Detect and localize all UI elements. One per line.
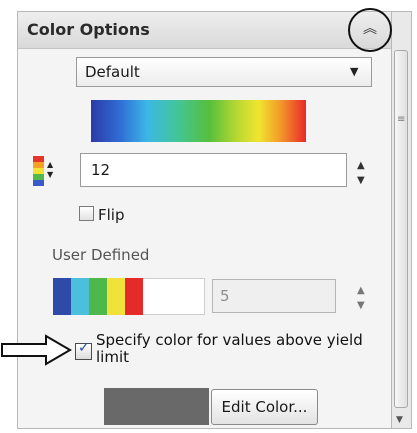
scrollbar-thumb[interactable] [394, 50, 408, 408]
flip-checkbox[interactable] [79, 206, 94, 221]
count-spin-down-button[interactable]: ▼ [357, 175, 365, 186]
color-count-input[interactable]: 12 [80, 153, 347, 187]
scroll-down-arrow-icon[interactable]: ▼ [396, 415, 403, 425]
preset-dropdown[interactable]: Default [76, 57, 372, 87]
count-spin-up-button[interactable]: ▲ [357, 160, 365, 171]
color-palette-icon [33, 156, 44, 186]
palette-spin-icon: ▲ ▼ [47, 160, 53, 180]
user-swatch-2[interactable] [71, 278, 89, 315]
udc-spin-up-button[interactable]: ▲ [357, 285, 365, 296]
yield-color-swatch[interactable] [104, 388, 209, 425]
scrollbar-grip-icon: ≡ [397, 114, 406, 125]
user-swatch-4[interactable] [107, 278, 125, 315]
highlight-circle [348, 8, 392, 52]
palette-spin-down: ▼ [47, 170, 54, 179]
user-swatch-1[interactable] [53, 278, 71, 315]
user-swatch-3[interactable] [89, 278, 107, 315]
panel-title: Color Options [27, 20, 150, 39]
user-swatch-5[interactable] [125, 278, 143, 315]
edit-color-button[interactable]: Edit Color... [211, 389, 318, 425]
preset-value: Default [85, 63, 140, 81]
user-defined-label: User Defined [52, 246, 150, 264]
color-gradient-preview [91, 100, 306, 142]
dropdown-arrow-icon[interactable]: ▼ [350, 65, 358, 78]
user-defined-count-input[interactable]: 5 [212, 279, 336, 313]
color-count-value: 12 [91, 161, 111, 179]
palette-spin-up: ▲ [47, 160, 54, 169]
flip-label: Flip [98, 206, 125, 224]
checkmark-icon: ✓ [78, 340, 90, 356]
udc-spin-down-button[interactable]: ▼ [357, 300, 365, 311]
specify-yield-label: Specify color for values above yield lim… [96, 331, 363, 366]
user-defined-count-value: 5 [220, 287, 230, 305]
pointer-arrow-icon [1, 334, 72, 366]
